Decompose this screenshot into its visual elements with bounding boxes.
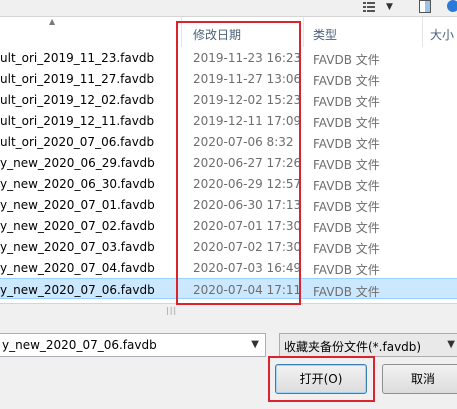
cancel-button[interactable]: 取消	[382, 364, 457, 394]
file-type: FAVDB 文件	[313, 200, 380, 214]
file-name: y_new_2020_07_03.favdb	[0, 240, 155, 254]
date-column-highlight	[176, 21, 301, 305]
help-icon[interactable]	[444, 0, 457, 14]
open-button-highlight	[268, 356, 375, 402]
file-name: ult_ori_2019_11_27.favdb	[0, 72, 155, 86]
toolbar: ▼	[0, 0, 457, 16]
file-type: FAVDB 文件	[313, 137, 380, 151]
chevron-down-icon[interactable]: ▼	[447, 339, 455, 350]
file-type: FAVDB 文件	[313, 242, 380, 256]
preview-pane-icon[interactable]	[418, 0, 432, 14]
file-type: FAVDB 文件	[313, 95, 380, 109]
file-name: ult_ori_2019_11_23.favdb	[0, 51, 155, 65]
column-type[interactable]: 类型	[313, 26, 337, 43]
view-options-icon[interactable]	[362, 0, 376, 14]
sort-ascending-icon: ▲	[49, 17, 56, 26]
file-name: ult_ori_2020_07_06.favdb	[0, 135, 155, 149]
chevron-down-icon[interactable]: ▼	[386, 1, 396, 15]
column-divider[interactable]	[303, 17, 304, 47]
chevron-down-icon[interactable]: ▼	[251, 339, 259, 350]
file-type: FAVDB 文件	[313, 53, 380, 67]
column-size[interactable]: 大小	[430, 26, 454, 43]
file-type: FAVDB 文件	[313, 74, 380, 88]
file-name: ult_ori_2019_12_11.favdb	[0, 114, 155, 128]
file-type: FAVDB 文件	[313, 179, 380, 193]
column-divider[interactable]	[422, 17, 423, 47]
file-name: y_new_2020_07_01.favdb	[0, 198, 155, 212]
resize-grip-icon[interactable]: |||	[166, 306, 177, 315]
file-type: FAVDB 文件	[313, 221, 380, 235]
file-name: y_new_2020_06_30.favdb	[0, 177, 155, 191]
file-name: y_new_2020_06_29.favdb	[0, 156, 155, 170]
file-name: y_new_2020_07_06.favdb	[0, 283, 155, 297]
file-type: FAVDB 文件	[313, 158, 380, 172]
file-name: y_new_2020_07_02.favdb	[0, 219, 155, 233]
file-name: y_new_2020_07_04.favdb	[0, 261, 155, 275]
file-type-filter[interactable]: 收藏夹备份文件(*.favdb) ▼	[279, 333, 457, 357]
file-type: FAVDB 文件	[313, 116, 380, 130]
file-type: FAVDB 文件	[313, 285, 380, 299]
file-name: ult_ori_2019_12_02.favdb	[0, 93, 155, 107]
filename-input[interactable]: y_new_2020_07_06.favdb	[2, 338, 157, 352]
file-type-filter-label: 收藏夹备份文件(*.favdb)	[284, 340, 422, 354]
file-type: FAVDB 文件	[313, 263, 380, 277]
filename-combobox[interactable]: y_new_2020_07_06.favdb ▼	[0, 333, 266, 357]
